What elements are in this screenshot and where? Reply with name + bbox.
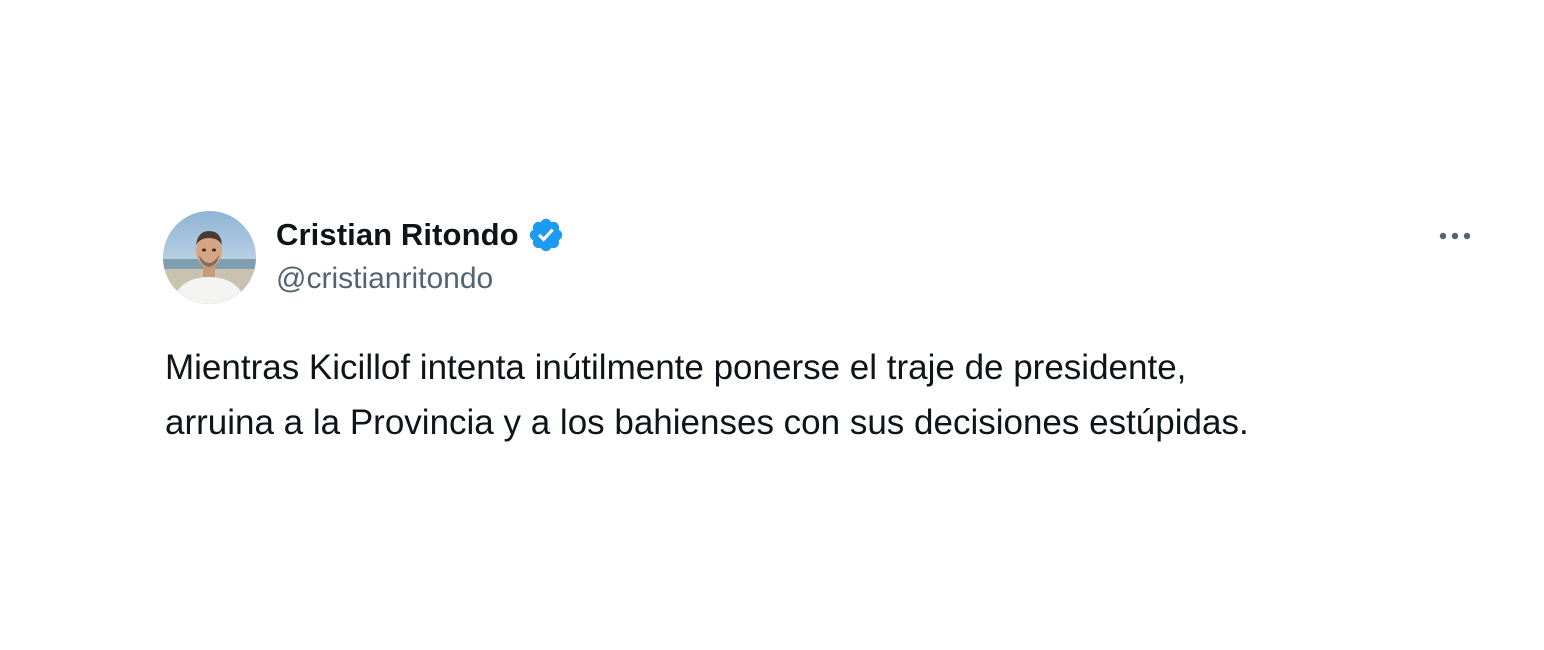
author-avatar[interactable] bbox=[163, 211, 256, 304]
avatar-photo bbox=[163, 211, 256, 304]
verified-badge-icon bbox=[527, 216, 565, 254]
more-horizontal-icon bbox=[1439, 232, 1471, 240]
tweet-text: Mientras Kicillof intenta inútilmente po… bbox=[165, 340, 1465, 450]
tweet-text-line: arruina a la Provincia y a los bahienses… bbox=[165, 403, 1249, 442]
tweet-text-line: Mientras Kicillof intenta inútilmente po… bbox=[165, 348, 1187, 387]
author-name-row: Cristian Ritondo bbox=[276, 214, 565, 256]
tweet-card: Cristian Ritondo @cristianritondo Mientr… bbox=[0, 0, 1544, 650]
author-display-name[interactable]: Cristian Ritondo bbox=[276, 217, 519, 253]
more-options-button[interactable] bbox=[1432, 216, 1478, 256]
author-handle[interactable]: @cristianritondo bbox=[276, 262, 493, 296]
